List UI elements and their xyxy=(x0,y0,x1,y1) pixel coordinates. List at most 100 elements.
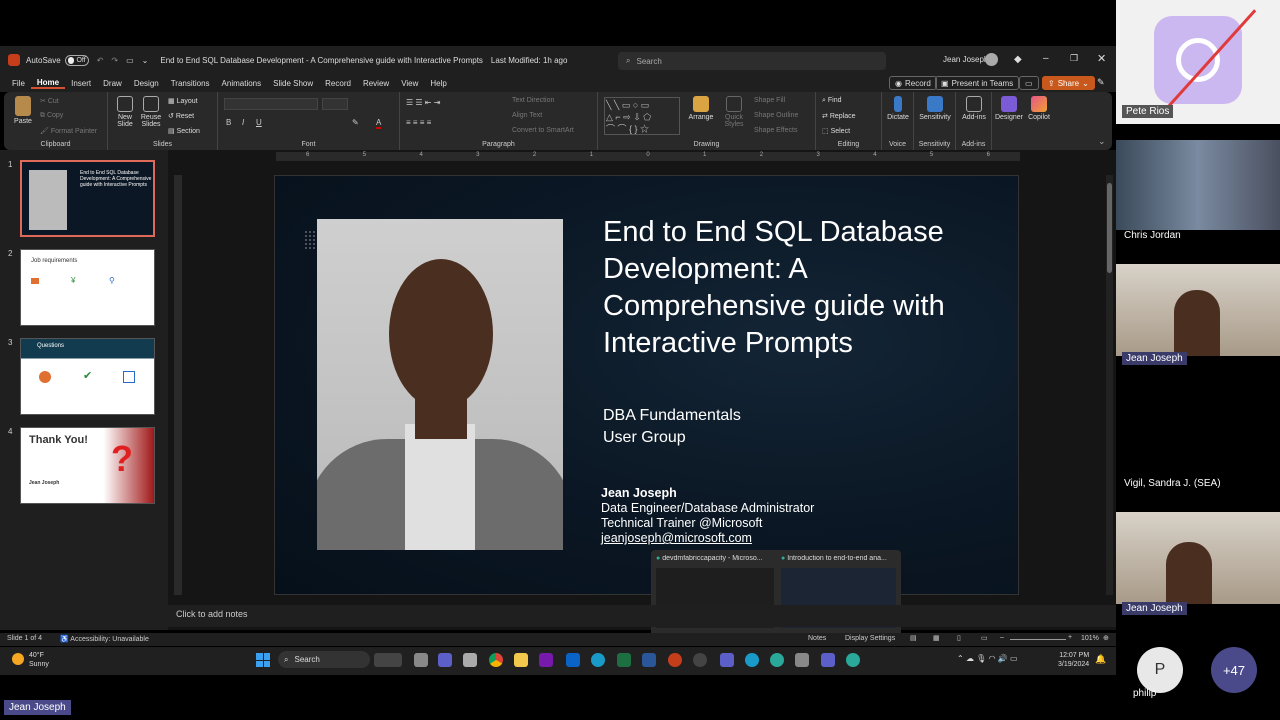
redo-icon[interactable]: ↷ xyxy=(111,56,118,65)
shapes-gallery[interactable]: ╲ ╲ ▭ ○ ▭ △ ⌐ ⇨ ⇩ ⬠ ⌒ ⌒ { } ☆ xyxy=(604,97,680,135)
close-icon[interactable]: ✕ xyxy=(1097,52,1106,65)
new-slide-button[interactable]: New Slide xyxy=(114,96,136,128)
onenote-icon[interactable] xyxy=(539,653,553,667)
slideshow-icon[interactable]: ▭ xyxy=(981,634,988,642)
autosave-toggle[interactable]: Off xyxy=(64,54,89,66)
font-size-field[interactable] xyxy=(322,98,348,110)
vertical-scrollbar[interactable] xyxy=(1106,175,1113,595)
format-painter-button[interactable]: 🖌 Format Painter xyxy=(40,127,97,135)
font-name-field[interactable] xyxy=(224,98,318,110)
layout-button[interactable]: ▦ Layout xyxy=(168,97,198,105)
tab-file[interactable]: File xyxy=(6,79,31,88)
copy-button[interactable]: ⧉ Copy xyxy=(40,112,63,120)
file-explorer-icon[interactable] xyxy=(514,653,528,667)
excel-icon[interactable] xyxy=(617,653,631,667)
reset-button[interactable]: ↺ Reset xyxy=(168,112,194,120)
smartart-button[interactable]: Convert to SmartArt xyxy=(512,127,574,134)
tab-draw[interactable]: Draw xyxy=(97,79,128,88)
tab-home[interactable]: Home xyxy=(30,78,66,89)
zoom-out-icon[interactable]: – xyxy=(1000,634,1004,641)
share-button[interactable]: ⇪ Share ⌄ xyxy=(1042,76,1095,90)
diamond-icon[interactable]: ◆ xyxy=(1014,54,1022,65)
sensitivity-button[interactable]: Sensitivity xyxy=(916,96,954,121)
user-name[interactable]: Jean Joseph xyxy=(943,55,988,64)
slide-thumbnail-4[interactable]: Thank You! ? Jean Joseph xyxy=(20,427,155,504)
search-input[interactable]: ⌕ Search xyxy=(618,52,886,70)
tab-help[interactable]: Help xyxy=(424,79,452,88)
notes-pane[interactable]: Click to add notes xyxy=(168,605,1116,627)
presenter-email[interactable]: jeanjoseph@microsoft.com xyxy=(601,531,814,546)
slide-title[interactable]: End to End SQL Database Development: A C… xyxy=(603,214,1003,362)
replace-button[interactable]: ⇄ Replace xyxy=(822,112,856,120)
font-color-icon[interactable]: A xyxy=(376,118,382,129)
tab-transitions[interactable]: Transitions xyxy=(165,79,216,88)
avatar[interactable] xyxy=(985,53,998,66)
participant-avatar-philip[interactable]: P xyxy=(1137,647,1183,693)
copilot-button[interactable]: Copilot xyxy=(1024,96,1054,121)
fit-slide-icon[interactable]: ⊕ xyxy=(1103,634,1109,642)
microsoft-icon[interactable] xyxy=(374,653,402,667)
cut-button[interactable]: ✂ Cut xyxy=(40,97,59,105)
collapse-ribbon-icon[interactable]: ⌄ xyxy=(1098,136,1106,147)
highlight-icon[interactable]: ✎ xyxy=(352,118,359,127)
customize-icon[interactable]: ⌄ xyxy=(142,56,149,65)
reuse-slides-button[interactable]: Reuse Slides xyxy=(140,96,162,128)
notes-button[interactable]: Notes xyxy=(808,635,826,642)
normal-view-icon[interactable]: ▤ xyxy=(910,634,917,642)
chrome-icon[interactable] xyxy=(489,653,503,667)
tab-review[interactable]: Review xyxy=(357,79,395,88)
arrange-button[interactable]: Arrange xyxy=(686,96,716,121)
participant-tile-jean[interactable]: Jean Joseph xyxy=(1116,264,1280,365)
teams-chat-icon[interactable] xyxy=(438,653,452,667)
more-participants-button[interactable]: +47 xyxy=(1211,647,1257,693)
participant-tile-pete[interactable]: Pete Rios xyxy=(1116,0,1280,124)
select-button[interactable]: ⬚ Select xyxy=(822,127,850,135)
teams-icon[interactable] xyxy=(720,653,734,667)
teams-meeting-icon[interactable] xyxy=(821,653,835,667)
section-button[interactable]: ▤ Section xyxy=(168,127,200,135)
slide-sorter-icon[interactable]: ▦ xyxy=(933,634,940,642)
system-tray[interactable]: ⌃ ☁ 🎙 ◠ 🔊 ▭ xyxy=(957,654,1018,663)
slide-thumbnail-1[interactable]: End to End SQL Database Development: A C… xyxy=(20,160,155,237)
slide-thumbnail-2[interactable]: Job requirements ¥ ⚲ xyxy=(20,249,155,326)
windows-start-icon[interactable] xyxy=(256,653,270,667)
comments-button[interactable]: ▭ xyxy=(1019,76,1039,90)
tab-record[interactable]: Record xyxy=(319,79,357,88)
quick-styles-button[interactable]: Quick Styles xyxy=(720,96,748,128)
accessibility-status[interactable]: ♿ Accessibility: Unavailable xyxy=(60,635,149,643)
shape-outline-button[interactable]: Shape Outline xyxy=(754,112,798,119)
minimize-icon[interactable]: – xyxy=(1043,53,1049,64)
participant-name-sandra[interactable]: Vigil, Sandra J. (SEA) xyxy=(1124,478,1221,489)
pen-icon[interactable]: ✎ xyxy=(1097,77,1105,88)
text-direction-button[interactable]: Text Direction xyxy=(512,97,554,104)
tab-slide-show[interactable]: Slide Show xyxy=(267,79,319,88)
participant-tile-jean-2[interactable]: Jean Joseph xyxy=(1116,512,1280,615)
snipping-icon[interactable] xyxy=(795,653,809,667)
addins-button[interactable]: Add-ins xyxy=(958,96,990,121)
paste-button[interactable]: Paste xyxy=(10,96,36,125)
tab-design[interactable]: Design xyxy=(128,79,165,88)
participant-tile-chris[interactable]: Chris Jordan xyxy=(1116,140,1280,241)
powerpoint-icon[interactable] xyxy=(668,653,682,667)
taskbar-search[interactable]: ⌕ Search xyxy=(278,651,370,668)
shape-effects-button[interactable]: Shape Effects xyxy=(754,127,797,134)
edge-beta-icon[interactable] xyxy=(846,653,860,667)
outlook-icon[interactable] xyxy=(566,653,580,667)
maximize-icon[interactable]: ❐ xyxy=(1070,53,1078,64)
slide-thumbnail-3[interactable]: Questions ✔ xyxy=(20,338,155,415)
shape-fill-button[interactable]: Shape Fill xyxy=(754,97,785,104)
designer-button[interactable]: Designer xyxy=(994,96,1024,121)
edge-icon[interactable] xyxy=(745,653,759,667)
align-text-button[interactable]: Align Text xyxy=(512,112,542,119)
zoom-level[interactable]: 101% xyxy=(1081,635,1099,642)
presenter-info[interactable]: Jean Joseph Data Engineer/Database Admin… xyxy=(601,486,814,546)
italic-icon[interactable]: I xyxy=(242,118,244,127)
tab-insert[interactable]: Insert xyxy=(65,79,97,88)
bold-icon[interactable]: B xyxy=(226,118,231,127)
slide-subtitle[interactable]: DBA Fundamentals User Group xyxy=(603,405,741,449)
edge-dev-icon[interactable] xyxy=(770,653,784,667)
tab-animations[interactable]: Animations xyxy=(216,79,268,88)
underline-icon[interactable]: U xyxy=(256,118,262,127)
reading-view-icon[interactable]: ▯ xyxy=(957,634,961,642)
align-icons[interactable]: ≡ ≡ ≡ ≡ xyxy=(406,118,431,127)
